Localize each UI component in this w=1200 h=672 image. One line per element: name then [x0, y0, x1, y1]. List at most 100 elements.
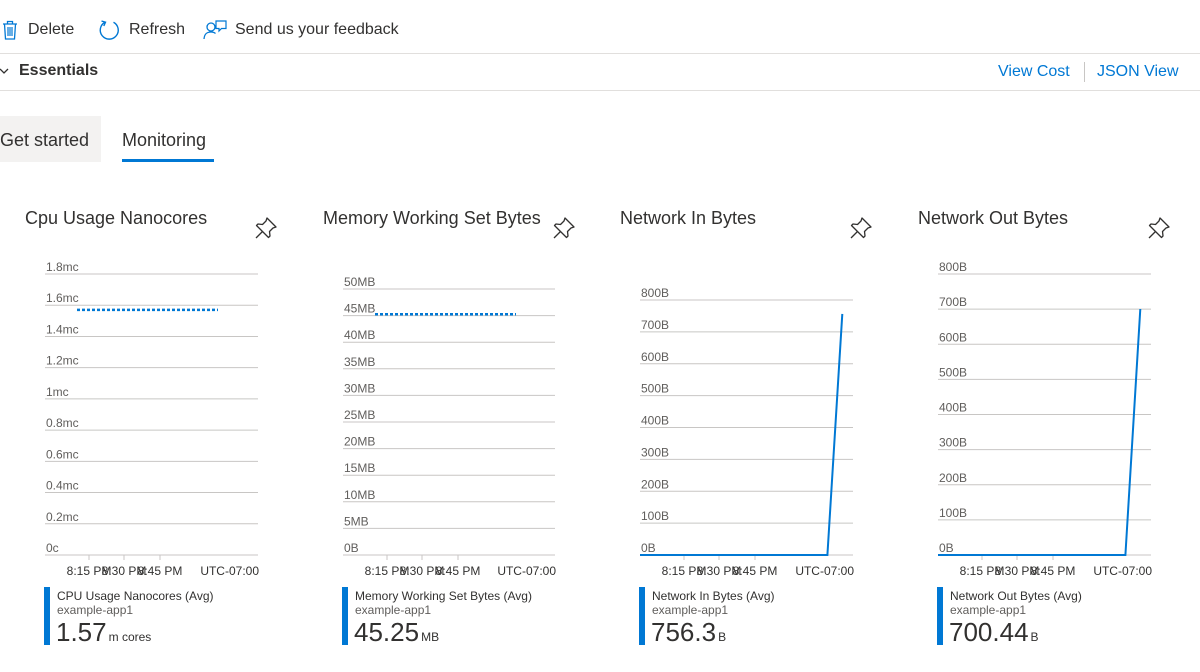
y-tick-label: 0c	[46, 541, 59, 555]
feedback-icon	[203, 20, 227, 40]
y-tick-label: 500B	[641, 382, 669, 396]
y-tick-label: 100B	[641, 509, 669, 523]
legend-value-number: 700.44	[949, 617, 1029, 647]
chart-card-network-out: Network Out Bytes 0B 100B 200B 300B 400B 500B…	[918, 200, 1200, 672]
timezone-label: UTC-07:00	[200, 564, 259, 578]
y-tick-label: 50MB	[344, 275, 375, 289]
essentials-toggle[interactable]: Essentials	[0, 62, 98, 80]
y-tick-label: 20MB	[344, 435, 375, 449]
y-tick-label: 0.8mc	[46, 416, 79, 430]
y-tick-label: 1.4mc	[46, 322, 79, 336]
y-tick-label: 30MB	[344, 381, 375, 395]
chart-card-network-in: Network In Bytes 0B 100B 200B 300B 400B 500B 6…	[620, 200, 910, 672]
y-tick-label: 800B	[641, 286, 669, 300]
chevron-down-icon	[0, 68, 9, 74]
delete-label: Delete	[28, 21, 75, 38]
x-tick-label: 8:45 PM	[733, 564, 778, 578]
chart-plot: 0B100B200B300B400B500B600B700B800B8:15 P…	[938, 260, 1152, 578]
y-tick-label: 200B	[939, 471, 967, 485]
series-line	[640, 313, 844, 556]
legend-value-unit: MB	[421, 630, 440, 644]
pin-icon[interactable]	[1147, 216, 1171, 240]
legend-value: 1.57 m cores	[56, 617, 151, 648]
y-tick-label: 200B	[641, 477, 669, 491]
x-tick-label: 8:45 PM	[138, 564, 183, 578]
y-tick-label: 0B	[939, 541, 954, 555]
view-cost-link[interactable]: View Cost	[998, 63, 1070, 81]
tab-monitoring-label: Monitoring	[122, 130, 207, 150]
legend-color-bar	[342, 587, 348, 645]
y-tick-label: 700B	[641, 318, 669, 332]
legend-value-unit: B	[1030, 630, 1039, 644]
y-tick-label: 15MB	[344, 461, 375, 475]
y-tick-label: 300B	[641, 445, 669, 459]
refresh-button[interactable]: Refresh	[98, 17, 185, 43]
legend-resource-name: example-app1	[652, 603, 729, 617]
chart-card-cpu: Cpu Usage Nanocores 0c 0.2mc 0.4mc 0.6mc 0.8…	[25, 200, 315, 672]
y-tick-label: 100B	[939, 506, 967, 520]
y-tick-label: 500B	[939, 365, 967, 379]
y-tick-label: 0.2mc	[46, 510, 79, 524]
legend-series-name: Memory Working Set Bytes (Avg)	[355, 589, 532, 603]
legend-resource-name: example-app1	[57, 603, 134, 617]
legend-value-number: 756.3	[651, 617, 717, 647]
y-tick-label: 0.4mc	[46, 479, 79, 493]
y-tick-label: 600B	[641, 350, 669, 364]
refresh-icon	[99, 20, 119, 40]
legend-resource-name: example-app1	[950, 603, 1027, 617]
y-tick-label: 0B	[344, 541, 359, 555]
chart-title: Memory Working Set Bytes	[323, 208, 541, 228]
y-tick-label: 400B	[939, 401, 967, 415]
y-tick-label: 1mc	[46, 385, 69, 399]
y-tick-label: 0.6mc	[46, 447, 79, 461]
legend-resource-name: example-app1	[355, 603, 432, 617]
legend-value: 45.25 MB	[354, 617, 439, 648]
y-tick-label: 1.8mc	[46, 260, 79, 274]
command-bar: Delete Refresh Send us your feedback	[0, 0, 1200, 54]
y-tick-label: 1.2mc	[46, 354, 79, 368]
tab-get-started[interactable]: Get started	[0, 116, 101, 162]
chart-title: Cpu Usage Nanocores	[25, 208, 208, 228]
legend-color-bar	[44, 587, 50, 645]
y-tick-label: 10MB	[344, 488, 375, 502]
y-tick-label: 40MB	[344, 328, 375, 342]
legend-value-unit: B	[718, 630, 727, 644]
pin-icon[interactable]	[849, 216, 873, 240]
chart-title: Network Out Bytes	[918, 208, 1069, 228]
y-tick-label: 800B	[939, 260, 967, 274]
legend-series-name: CPU Usage Nanocores (Avg)	[57, 589, 214, 603]
y-tick-label: 0B	[641, 541, 656, 555]
legend-value-number: 45.25	[354, 617, 420, 647]
y-tick-label: 35MB	[344, 355, 375, 369]
pin-icon[interactable]	[552, 216, 576, 240]
y-tick-label: 300B	[939, 436, 967, 450]
legend-color-bar	[937, 587, 943, 645]
chart-plot: 0B 5MB 10MB 15MB 20MB 25MB 30MB 35MB 40MB 45MB 50M…	[343, 275, 556, 578]
y-tick-label: 700B	[939, 295, 967, 309]
x-tick-label: 8:45 PM	[1031, 564, 1076, 578]
y-tick-label: 45MB	[344, 302, 375, 316]
legend-value-unit: m cores	[108, 630, 152, 644]
legend-color-bar	[639, 587, 645, 645]
tab-get-started-label: Get started	[0, 130, 90, 150]
pin-icon[interactable]	[254, 216, 278, 240]
json-view-link[interactable]: JSON View	[1097, 63, 1179, 81]
y-tick-label: 400B	[641, 414, 669, 428]
chart-card-memory: Memory Working Set Bytes 0B 5MB 10MB 15MB 20…	[323, 200, 613, 672]
timezone-label: UTC-07:00	[795, 564, 854, 578]
feedback-label: Send us your feedback	[235, 21, 399, 38]
delete-button[interactable]: Delete	[2, 17, 74, 43]
legend-value: 700.44 B	[949, 617, 1039, 648]
y-tick-label: 600B	[939, 330, 967, 344]
x-tick-label: 8:45 PM	[436, 564, 481, 578]
legend-series-name: Network Out Bytes (Avg)	[950, 589, 1082, 603]
chart-plot: 0B100B200B300B400B500B600B700B800B8:15 P…	[640, 286, 854, 578]
feedback-button[interactable]: Send us your feedback	[203, 17, 399, 43]
tab-selected-indicator	[122, 159, 214, 162]
legend-value: 756.3 B	[651, 617, 726, 648]
essentials-label: Essentials	[19, 62, 99, 79]
y-tick-label: 1.6mc	[46, 291, 79, 305]
y-tick-label: 25MB	[344, 408, 375, 422]
timezone-label: UTC-07:00	[497, 564, 556, 578]
refresh-label: Refresh	[129, 21, 186, 38]
